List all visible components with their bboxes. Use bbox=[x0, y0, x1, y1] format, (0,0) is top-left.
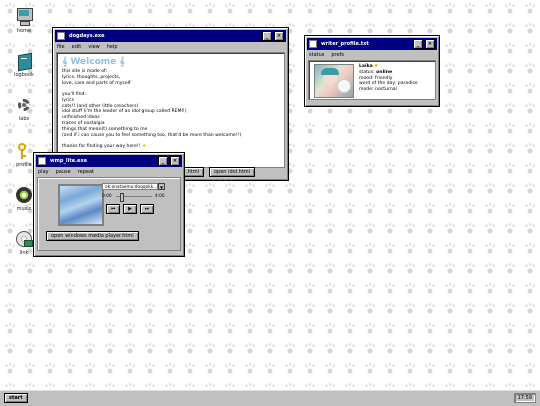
writer-menubar: status prefs bbox=[305, 50, 439, 60]
track-select[interactable]: ok:anataemo:doqqokk... bbox=[102, 183, 158, 190]
window-title: writer_profile.txt bbox=[321, 41, 369, 47]
track-name: ok:anataemo:doqqokk... bbox=[105, 185, 158, 190]
minimize-button[interactable]: _ bbox=[262, 31, 272, 41]
decoration-icon: 𝄞 bbox=[116, 57, 125, 67]
desktop-icon-labs[interactable]: labs bbox=[6, 96, 42, 122]
dogdays-content: 𝄞 Welcome 𝄞 this site is made of: lyrics… bbox=[56, 52, 285, 183]
close-button[interactable]: × bbox=[274, 31, 284, 41]
profile-info: Laika ✹ status: online mood: friendly wo… bbox=[359, 64, 418, 93]
menu-view[interactable]: view bbox=[88, 44, 100, 50]
welcome-heading: 𝄞 Welcome 𝄞 bbox=[62, 57, 279, 67]
start-button[interactable]: start bbox=[4, 393, 28, 403]
menu-repeat[interactable]: repeat bbox=[78, 169, 94, 175]
wmp-window[interactable]: wmp_lite.exe _ × play pause repeat ok:an… bbox=[33, 152, 185, 257]
dropdown-arrow-icon[interactable]: ▼ bbox=[158, 183, 165, 190]
star-icon: ★ bbox=[142, 143, 147, 149]
previous-button[interactable]: ⏮ bbox=[106, 204, 120, 214]
cd-icon bbox=[15, 230, 33, 248]
computer-icon bbox=[15, 8, 33, 26]
wmp-menubar: play pause repeat bbox=[34, 167, 184, 177]
next-icon: ⏭ bbox=[144, 206, 150, 212]
desktop-icon-label: logbook bbox=[14, 72, 34, 78]
avatar bbox=[314, 64, 354, 98]
playback-controls: ⏮ ▶ ⏭ bbox=[106, 204, 154, 214]
menu-prefs[interactable]: prefs bbox=[331, 52, 344, 58]
dogdays-menubar: file edit view help bbox=[53, 42, 288, 52]
app-icon bbox=[309, 40, 317, 48]
album-art bbox=[58, 184, 104, 226]
writer-titlebar[interactable]: writer_profile.txt _ × bbox=[307, 38, 437, 50]
key-icon bbox=[15, 142, 33, 160]
seek-slider[interactable] bbox=[116, 193, 152, 202]
seek-thumb[interactable] bbox=[120, 193, 125, 202]
app-icon bbox=[38, 157, 46, 165]
taskbar: start 17:59 bbox=[0, 389, 540, 406]
menu-pause[interactable]: pause bbox=[56, 169, 71, 175]
welcome-text: Welcome bbox=[70, 57, 117, 67]
next-button[interactable]: ⏭ bbox=[140, 204, 154, 214]
dogdays-titlebar[interactable]: dogdays.exe _ × bbox=[55, 30, 286, 42]
time-start: 0:00 bbox=[102, 194, 112, 199]
disc-icon bbox=[15, 186, 33, 204]
clock: 17:59 bbox=[513, 393, 536, 403]
sun-icon: ✹ bbox=[374, 64, 379, 69]
previous-icon: ⏮ bbox=[110, 206, 116, 212]
menu-edit[interactable]: edit bbox=[72, 44, 82, 50]
desktop-icon-logbook[interactable]: logbook bbox=[6, 52, 42, 78]
close-button[interactable]: × bbox=[425, 39, 435, 49]
wmp-titlebar[interactable]: wmp_lite.exe _ × bbox=[36, 155, 182, 167]
writer-profile-window[interactable]: writer_profile.txt _ × status prefs Laik… bbox=[304, 35, 440, 107]
intro-text: this site is made of: lyrics, thoughts, … bbox=[62, 69, 279, 150]
close-button[interactable]: × bbox=[170, 156, 180, 166]
menu-status[interactable]: status bbox=[309, 52, 324, 58]
window-title: wmp_lite.exe bbox=[50, 158, 88, 164]
writer-content: Laika ✹ status: online mood: friendly wo… bbox=[308, 60, 436, 100]
wmp-body: ok:anataemo:doqqokk... ▼ 0:00 4:00 ⏮ ▶ ⏭… bbox=[37, 177, 181, 251]
gear-icon bbox=[15, 96, 33, 114]
desktop-icon-home[interactable]: home bbox=[6, 8, 42, 34]
dogdays-buttons: .html open idol.html bbox=[181, 167, 256, 177]
app-icon bbox=[57, 32, 65, 40]
desktop-icon-label: labs bbox=[18, 116, 30, 122]
notebook-icon bbox=[15, 52, 33, 72]
paw-decoration: ♡ ♡ ♡ ♡ bbox=[211, 177, 234, 183]
text-line: thanks for finding your way here!! ★ bbox=[62, 143, 147, 149]
window-title: dogdays.exe bbox=[69, 33, 105, 39]
profile-name: Laika bbox=[359, 64, 373, 69]
minimize-button[interactable]: _ bbox=[158, 156, 168, 166]
desktop-icon-label: home bbox=[16, 28, 32, 34]
status-value: online bbox=[376, 69, 393, 75]
minimize-button[interactable]: _ bbox=[413, 39, 423, 49]
menu-play[interactable]: play bbox=[38, 169, 49, 175]
open-idol-button[interactable]: open idol.html bbox=[208, 167, 256, 177]
open-wmp-button[interactable]: open windows media player.html bbox=[46, 231, 139, 241]
mode-row: mode: nocturnal bbox=[359, 87, 397, 93]
menu-file[interactable]: file bbox=[57, 44, 65, 50]
play-button[interactable]: ▶ bbox=[123, 204, 137, 214]
time-end: 4:00 bbox=[155, 194, 165, 199]
play-icon: ▶ bbox=[128, 206, 132, 212]
menu-help[interactable]: help bbox=[107, 44, 118, 50]
